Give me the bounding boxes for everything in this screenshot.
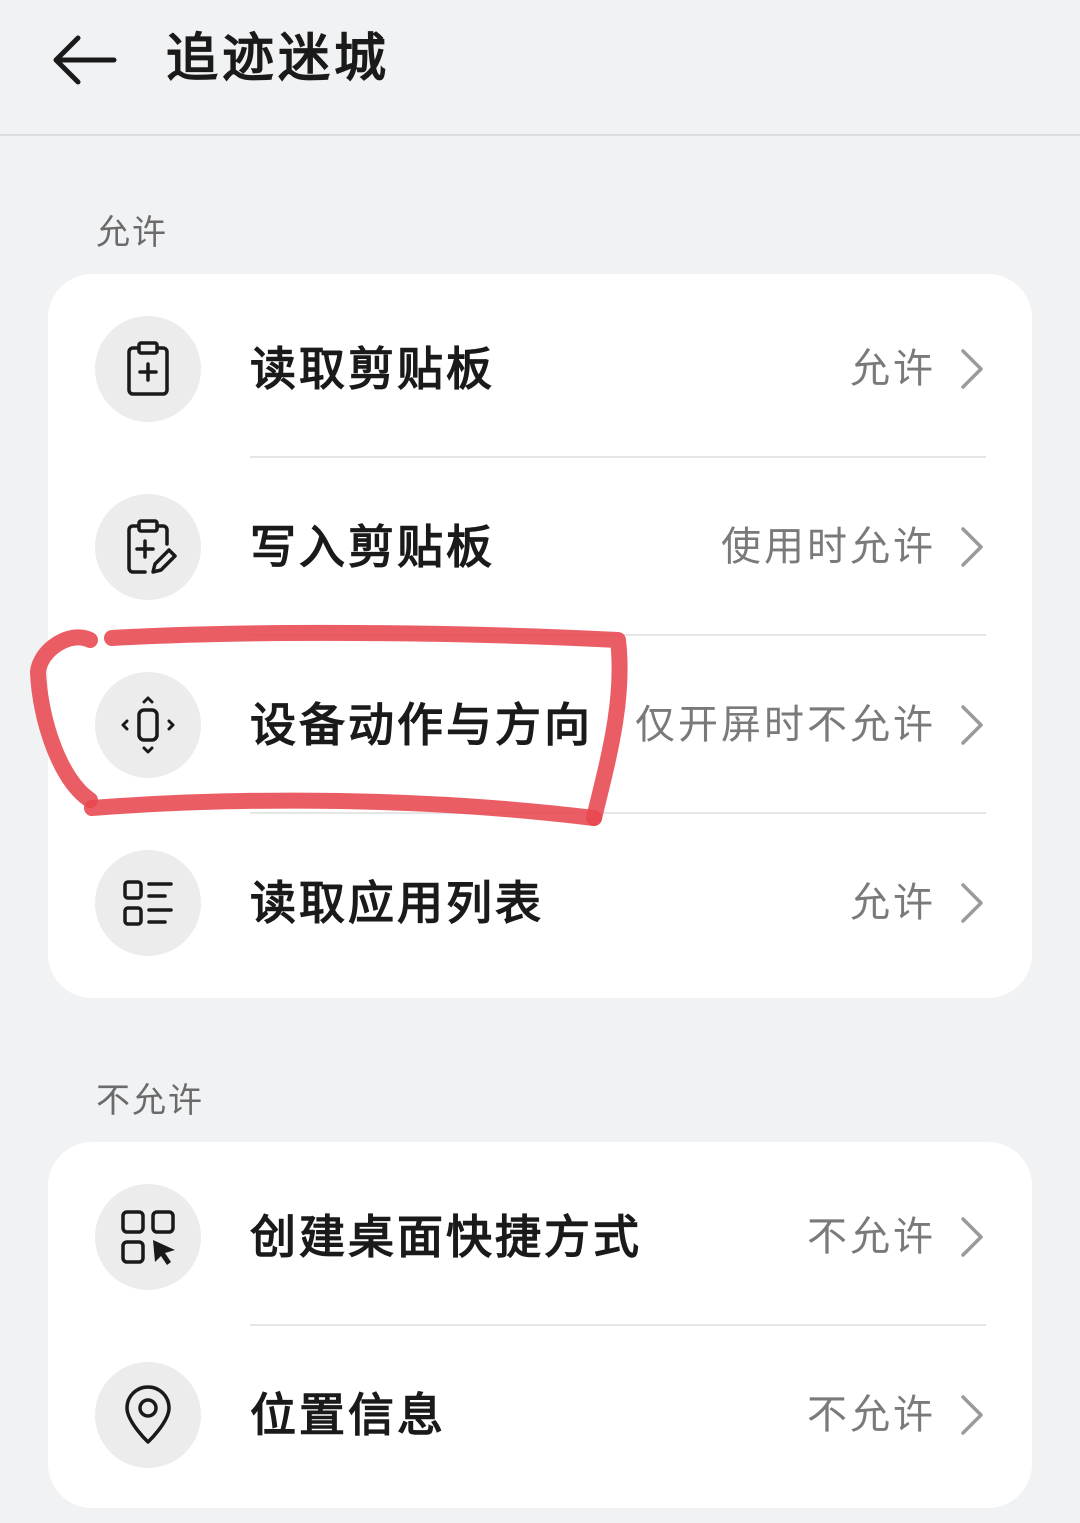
permission-row-write-clipboard[interactable]: 写入剪贴板 使用时允许 xyxy=(48,458,1032,636)
permission-value: 不允许 xyxy=(807,1214,936,1260)
device-motion-icon xyxy=(95,672,201,778)
permission-label: 读取剪贴板 xyxy=(250,342,495,396)
permission-label: 读取应用列表 xyxy=(250,876,544,930)
section-label-denied: 不允许 xyxy=(96,1081,204,1121)
permission-label: 设备动作与方向 xyxy=(250,698,593,752)
arrow-left-icon xyxy=(53,35,117,85)
clipboard-edit-icon xyxy=(95,494,201,600)
chevron-right-icon xyxy=(961,883,983,923)
chevron-right-icon xyxy=(961,1395,983,1435)
top-app-bar: 追迹迷城 xyxy=(0,0,1080,136)
chevron-right-icon xyxy=(961,349,983,389)
section-label-allowed: 允许 xyxy=(96,213,168,253)
permission-label: 写入剪贴板 xyxy=(250,520,495,574)
location-pin-icon xyxy=(95,1362,201,1468)
permission-label: 创建桌面快捷方式 xyxy=(250,1210,642,1264)
chevron-right-icon xyxy=(961,527,983,567)
allowed-permissions-card: 读取剪贴板 允许 写入剪贴板 使用时允许 设备动作与方向 仅开屏时不允许 读取应… xyxy=(48,274,1032,998)
permission-value: 允许 xyxy=(850,880,936,926)
shortcut-grid-icon xyxy=(95,1184,201,1290)
permission-row-read-app-list[interactable]: 读取应用列表 允许 xyxy=(48,814,1032,992)
app-list-icon xyxy=(95,850,201,956)
permission-row-read-clipboard[interactable]: 读取剪贴板 允许 xyxy=(48,280,1032,458)
permission-value: 允许 xyxy=(850,346,936,392)
chevron-right-icon xyxy=(961,1217,983,1257)
permission-value: 不允许 xyxy=(807,1392,936,1438)
chevron-right-icon xyxy=(961,705,983,745)
permission-label: 位置信息 xyxy=(250,1388,446,1442)
permission-row-location[interactable]: 位置信息 不允许 xyxy=(48,1326,1032,1504)
permission-value: 使用时允许 xyxy=(721,524,936,570)
back-button[interactable] xyxy=(48,28,120,92)
denied-permissions-card: 创建桌面快捷方式 不允许 位置信息 不允许 xyxy=(48,1142,1032,1508)
page-title: 追迹迷城 xyxy=(166,29,391,89)
clipboard-add-icon xyxy=(95,316,201,422)
permission-value: 仅开屏时不允许 xyxy=(635,702,936,748)
permission-row-device-motion[interactable]: 设备动作与方向 仅开屏时不允许 xyxy=(48,636,1032,814)
permission-row-create-shortcut[interactable]: 创建桌面快捷方式 不允许 xyxy=(48,1148,1032,1326)
